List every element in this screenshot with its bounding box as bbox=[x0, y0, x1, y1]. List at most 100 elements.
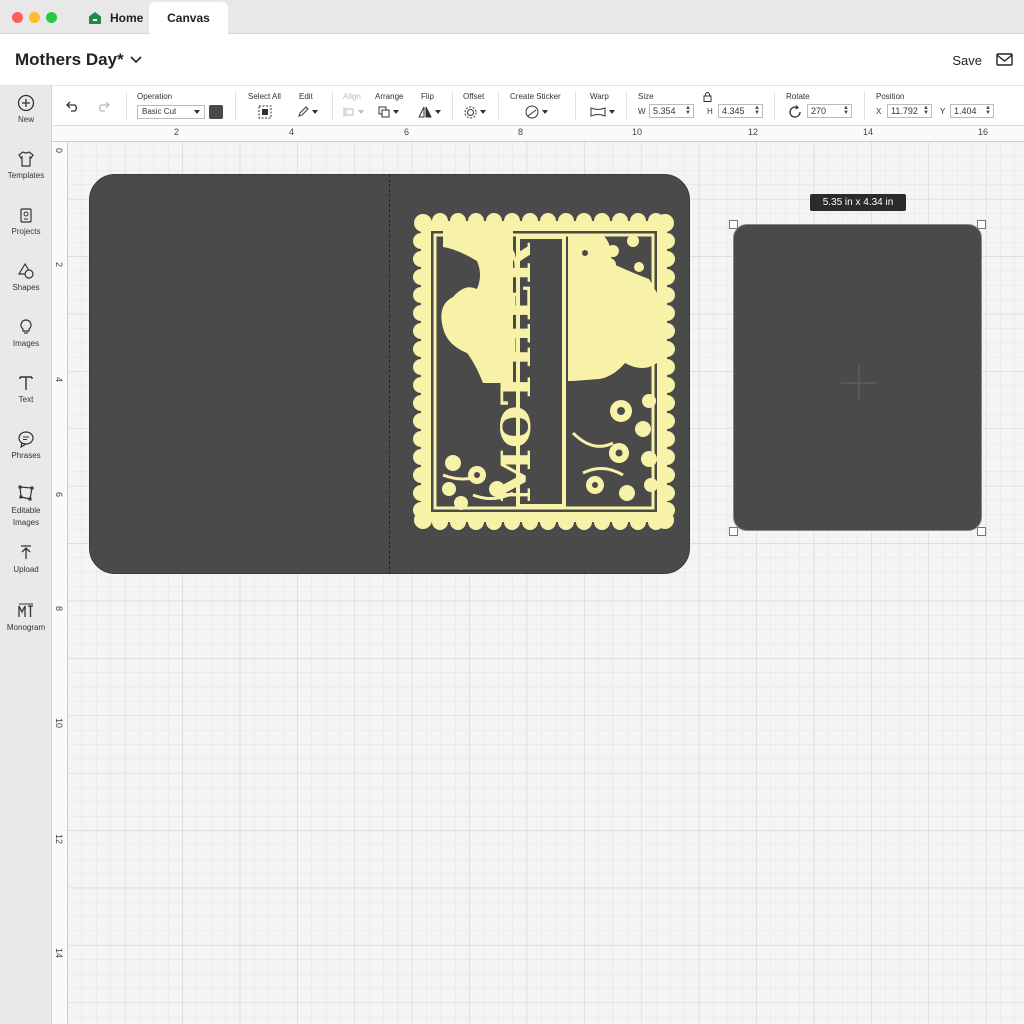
shapes-icon bbox=[17, 262, 34, 279]
color-swatch[interactable] bbox=[209, 105, 223, 119]
sidebar-item-label: Projects bbox=[11, 227, 41, 236]
score-line[interactable] bbox=[389, 174, 390, 574]
height-input[interactable]: 4.345 ▲ ▼ bbox=[718, 104, 763, 118]
text-icon bbox=[19, 376, 33, 390]
ruler-tick-label: 12 bbox=[748, 127, 759, 137]
width-input[interactable]: 5.354 ▲ ▼ bbox=[649, 104, 694, 118]
y-label: Y bbox=[940, 107, 946, 116]
sidebar-item-projects[interactable]: Projects bbox=[0, 206, 52, 236]
select-all-icon[interactable] bbox=[258, 105, 272, 119]
sidebar-item-shapes[interactable]: Shapes bbox=[0, 262, 52, 292]
close-window-button[interactable] bbox=[12, 12, 23, 23]
align-label: Align bbox=[343, 92, 361, 101]
resize-handle-top-left[interactable] bbox=[729, 220, 738, 229]
edit-dropdown[interactable] bbox=[297, 104, 318, 120]
flip-label: Flip bbox=[421, 92, 434, 101]
chevron-down-icon bbox=[130, 56, 142, 64]
offset-label: Offset bbox=[463, 92, 485, 101]
tab-canvas-label: Canvas bbox=[167, 11, 210, 25]
ruler-tick-label: 0 bbox=[54, 148, 64, 154]
sidebar-item-label: Shapes bbox=[12, 283, 40, 292]
sidebar-item-label: Monogram bbox=[6, 623, 46, 632]
width-value: 5.354 bbox=[653, 106, 676, 116]
sidebar-item-images[interactable]: Images bbox=[0, 318, 52, 348]
window-titlebar: Home Canvas bbox=[0, 0, 1024, 34]
offset-icon bbox=[464, 106, 477, 118]
x-position-input[interactable]: 11.792 ▲ ▼ bbox=[887, 104, 932, 118]
ruler-tick-label: 16 bbox=[978, 127, 989, 137]
resize-handle-top-right[interactable] bbox=[977, 220, 986, 229]
resize-handle-bottom-left[interactable] bbox=[729, 527, 738, 536]
mother-papercut-design[interactable]: MOTHER bbox=[413, 213, 675, 530]
save-button[interactable]: Save bbox=[952, 53, 982, 68]
sidebar-item-templates[interactable]: Templates bbox=[0, 150, 52, 180]
dimension-tooltip: 5.35 in x 4.34 in bbox=[810, 194, 906, 211]
sidebar-item-label: Templates bbox=[7, 171, 45, 180]
position-label: Position bbox=[876, 92, 905, 101]
warp-dropdown[interactable] bbox=[590, 104, 615, 120]
ruler-tick-label: 6 bbox=[54, 492, 64, 498]
rotate-input[interactable]: 270 ▲ ▼ bbox=[807, 104, 852, 118]
toolbar-divider bbox=[864, 92, 865, 120]
width-label: W bbox=[638, 107, 646, 116]
sidebar-item-label: Phrases bbox=[11, 451, 41, 460]
sidebar-item-label: Upload bbox=[13, 565, 39, 574]
select-all-label: Select All bbox=[248, 92, 281, 101]
arrange-label: Arrange bbox=[375, 92, 404, 101]
tab-home[interactable]: Home bbox=[80, 2, 151, 34]
zoom-window-button[interactable] bbox=[46, 12, 57, 23]
selected-rectangle-shape[interactable] bbox=[733, 224, 982, 531]
bulb-icon bbox=[20, 319, 32, 334]
ruler-tick-label: 8 bbox=[54, 606, 64, 612]
y-position-value: 1.404 bbox=[954, 106, 977, 116]
monogram-icon bbox=[18, 603, 33, 617]
ruler-tick-label: 10 bbox=[632, 127, 643, 137]
flip-dropdown[interactable] bbox=[418, 104, 441, 120]
ruler-tick-label: 4 bbox=[54, 377, 64, 383]
create-sticker-dropdown[interactable] bbox=[525, 104, 548, 120]
arrange-icon bbox=[378, 106, 390, 118]
left-sidebar: New Templates Projects Shapes Images Tex… bbox=[0, 86, 52, 1024]
toolbar-divider bbox=[126, 92, 127, 120]
ruler-tick-label: 12 bbox=[54, 834, 64, 845]
sidebar-item-label: Text bbox=[18, 395, 34, 404]
sidebar-item-label: New bbox=[17, 115, 34, 124]
sidebar-item-label: Images bbox=[12, 339, 40, 348]
warp-icon bbox=[590, 107, 606, 117]
offset-dropdown[interactable] bbox=[464, 104, 486, 120]
height-value: 4.345 bbox=[722, 106, 745, 116]
mail-icon[interactable] bbox=[996, 52, 1016, 68]
sidebar-item-upload[interactable]: Upload bbox=[0, 544, 52, 574]
minimize-window-button[interactable] bbox=[29, 12, 40, 23]
resize-handle-bottom-right[interactable] bbox=[977, 527, 986, 536]
ruler-tick-label: 2 bbox=[54, 262, 64, 268]
y-position-input[interactable]: 1.404 ▲ ▼ bbox=[950, 104, 994, 118]
edit-label: Edit bbox=[299, 92, 313, 101]
pencil-icon bbox=[298, 106, 309, 117]
project-title-dropdown[interactable]: Mothers Day* bbox=[15, 50, 143, 70]
sidebar-item-text[interactable]: Text bbox=[0, 374, 52, 404]
upload-icon bbox=[21, 545, 31, 559]
tab-canvas[interactable]: Canvas bbox=[149, 2, 228, 34]
ruler-tick-label: 14 bbox=[863, 127, 874, 137]
sidebar-item-editable-images[interactable]: Editable Images bbox=[0, 484, 52, 529]
lock-icon[interactable] bbox=[703, 92, 712, 102]
edit-toolbar: Operation Basic Cut Select All Edit Alig… bbox=[52, 86, 1024, 126]
flip-icon bbox=[418, 106, 432, 118]
rotate-value: 270 bbox=[811, 106, 827, 116]
sidebar-item-new[interactable]: New bbox=[0, 94, 52, 124]
rotate-icon[interactable] bbox=[788, 105, 802, 119]
home-icon bbox=[89, 12, 101, 24]
arrange-dropdown[interactable] bbox=[378, 104, 399, 120]
ruler-tick-label: 8 bbox=[518, 127, 524, 137]
undo-icon[interactable] bbox=[65, 100, 81, 112]
sidebar-item-phrases[interactable]: Phrases bbox=[0, 430, 52, 460]
operation-select[interactable]: Basic Cut bbox=[137, 105, 205, 119]
project-header: Mothers Day* Save bbox=[0, 34, 1024, 86]
warp-label: Warp bbox=[590, 92, 609, 101]
align-dropdown[interactable] bbox=[343, 104, 364, 120]
redo-icon[interactable] bbox=[95, 100, 111, 112]
ruler-left: 0 2 4 6 8 10 12 14 bbox=[52, 142, 68, 1024]
ruler-tick-label: 10 bbox=[54, 718, 64, 729]
sidebar-item-monogram[interactable]: Monogram bbox=[0, 602, 52, 632]
